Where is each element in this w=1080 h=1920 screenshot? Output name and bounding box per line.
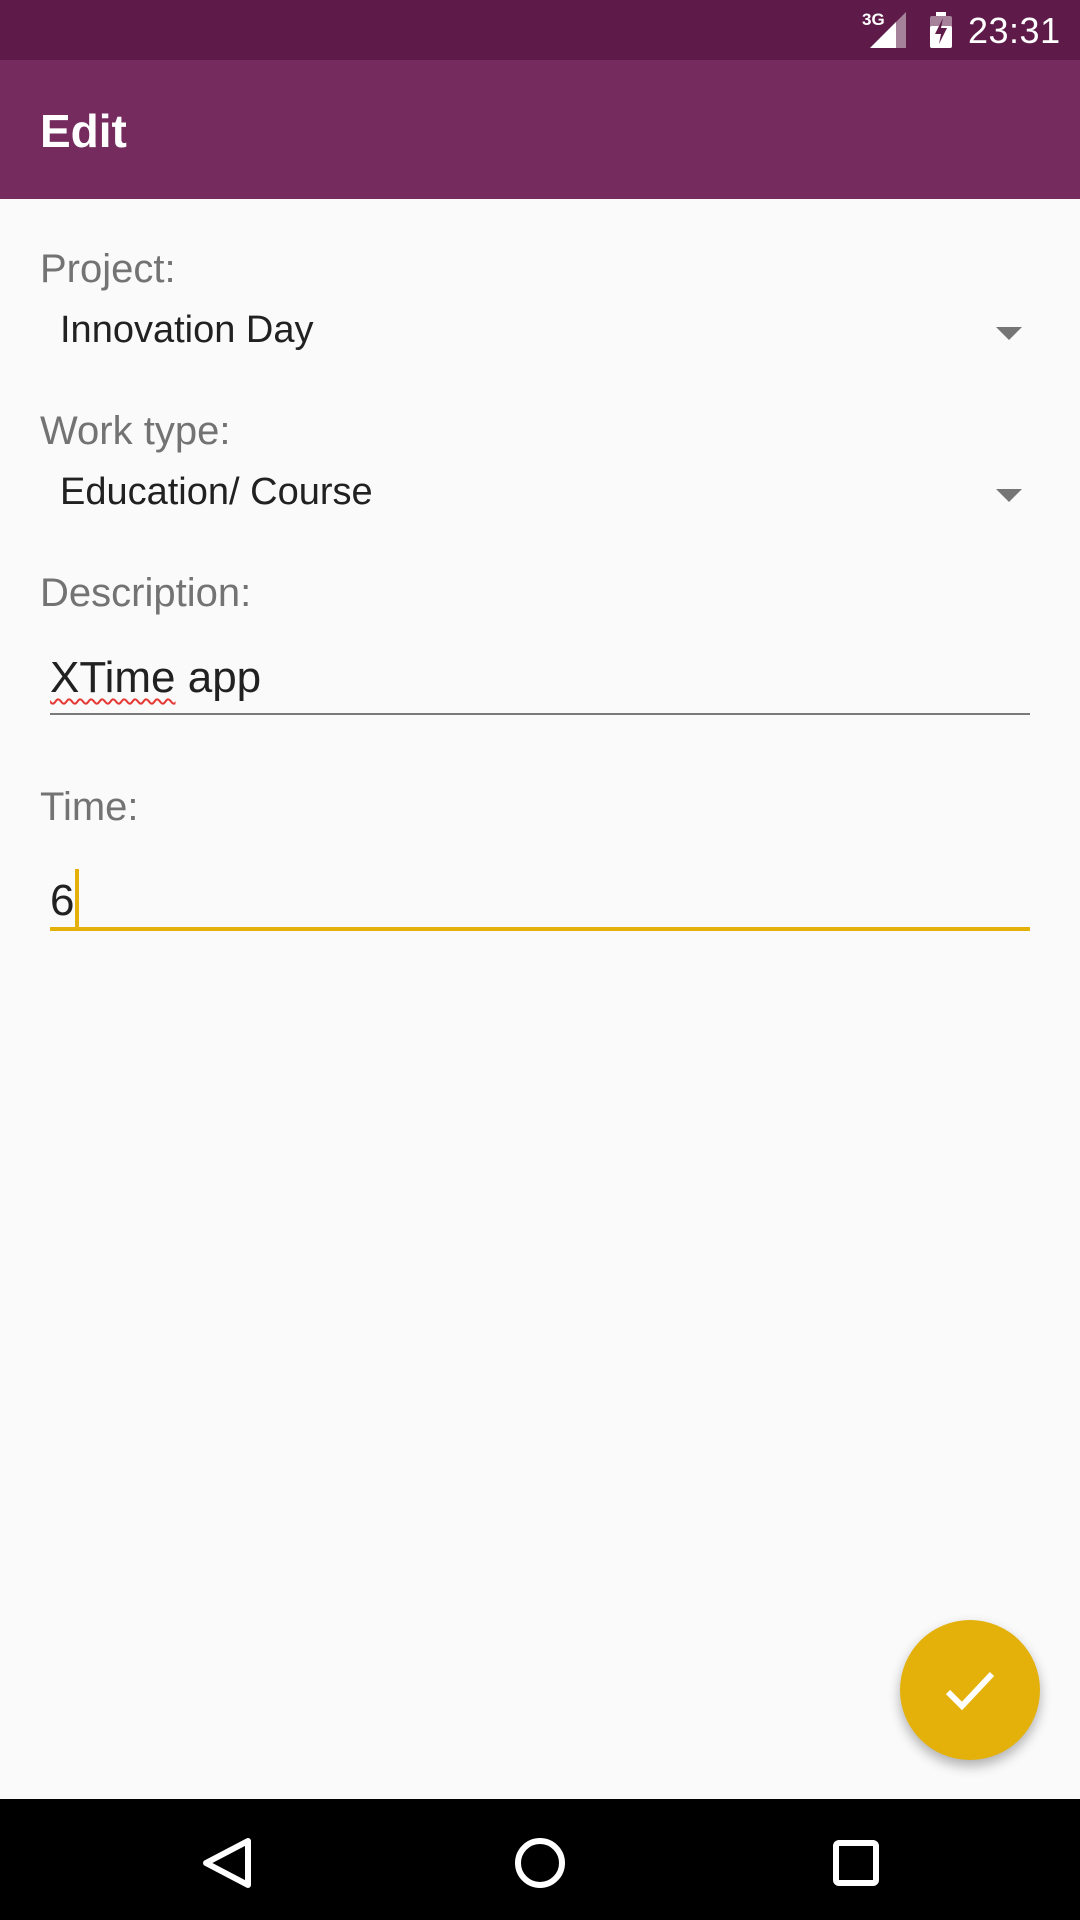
back-icon[interactable] [192, 1827, 262, 1897]
work-type-value: Education/ Course [60, 471, 373, 513]
project-spinner[interactable]: Innovation Day [40, 299, 1040, 371]
battery-icon [928, 12, 954, 53]
status-bar: 3G 23:31 [0, 0, 1080, 60]
navigation-bar [0, 1799, 1080, 1920]
edit-form: Project: Innovation Day Work type: Educa… [0, 199, 1080, 1799]
project-label: Project: [40, 247, 176, 291]
signal-icon [870, 12, 908, 53]
dropdown-arrow-icon [996, 327, 1022, 346]
page-title: Edit [40, 105, 127, 157]
app-bar: Edit [0, 60, 1080, 199]
recents-icon[interactable] [820, 1827, 890, 1897]
work-type-label: Work type: [40, 409, 231, 453]
time-value-wrap: 6 [50, 869, 80, 927]
description-label: Description: [40, 571, 252, 615]
description-value: XTime app [50, 653, 261, 703]
description-input[interactable]: XTime app [50, 645, 1030, 715]
time-label: Time: [40, 785, 139, 829]
work-type-spinner[interactable]: Education/ Course [40, 461, 1040, 533]
time-underline [50, 927, 1030, 931]
description-rest: app [175, 653, 262, 702]
time-value: 6 [50, 876, 75, 925]
description-underline [50, 713, 1030, 715]
dropdown-arrow-icon [996, 489, 1022, 508]
home-icon[interactable] [505, 1827, 575, 1897]
misspelled-word: XTime [50, 653, 176, 702]
clock: 23:31 [968, 10, 1061, 51]
text-caret [75, 869, 80, 927]
save-fab-button[interactable] [900, 1620, 1040, 1760]
time-input[interactable]: 6 [50, 861, 1030, 931]
project-value: Innovation Day [60, 309, 314, 351]
